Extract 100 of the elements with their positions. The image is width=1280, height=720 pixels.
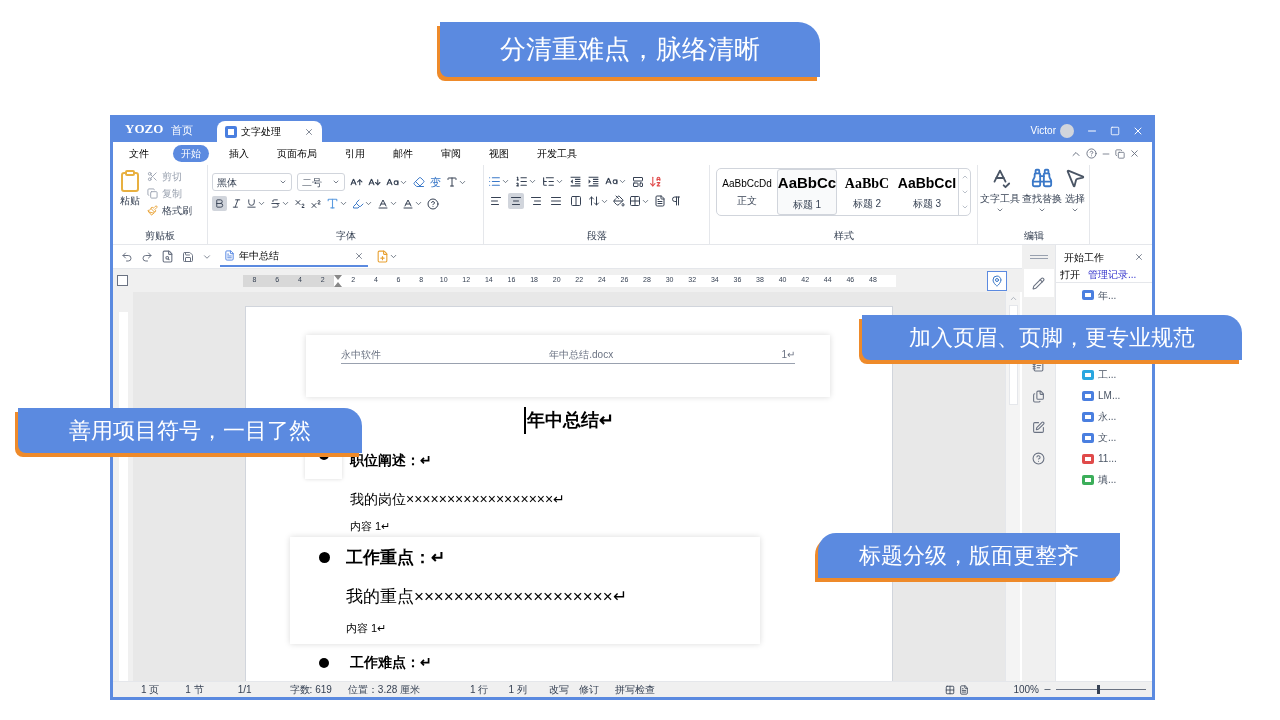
paste-button[interactable]: 粘贴 xyxy=(117,169,143,228)
clear-format-icon[interactable] xyxy=(413,176,425,188)
format-painter-button[interactable]: 格式刷 xyxy=(147,203,192,218)
group-label: 样式 xyxy=(832,229,855,243)
new-document-icon[interactable] xyxy=(376,250,389,263)
maximize-icon[interactable] xyxy=(1110,125,1120,136)
caret-icon[interactable] xyxy=(339,199,348,208)
caret-icon xyxy=(996,206,1004,214)
borders-icon[interactable] xyxy=(629,195,641,207)
bold-button[interactable] xyxy=(212,196,227,211)
group-label: 段落 xyxy=(585,229,608,243)
strikethrough-icon[interactable] xyxy=(270,198,281,209)
menu-tab[interactable]: 审阅 xyxy=(437,146,465,161)
caret-icon[interactable] xyxy=(364,199,373,208)
close-icon[interactable] xyxy=(304,126,315,137)
caret-icon[interactable] xyxy=(389,199,398,208)
style-option[interactable]: AaBbCcI 标题 3 xyxy=(897,169,957,215)
editing-tool-button[interactable]: 查找替换 xyxy=(1022,167,1062,214)
menu-tab[interactable]: 页面布局 xyxy=(273,146,321,161)
phonetic-button[interactable]: 变 xyxy=(430,173,441,191)
tab-selector[interactable] xyxy=(117,275,128,286)
avatar[interactable] xyxy=(1060,123,1074,138)
caret-icon[interactable] xyxy=(257,199,266,208)
bullet-list-icon[interactable] xyxy=(488,175,501,188)
document-tab[interactable]: 年中总结 xyxy=(220,246,368,267)
font-color-icon[interactable] xyxy=(377,197,389,210)
document-icon xyxy=(1082,452,1094,465)
style-option[interactable]: AaBbC 标题 2 xyxy=(837,169,897,215)
show-hide-icon[interactable] xyxy=(632,175,644,188)
caret-icon[interactable] xyxy=(618,177,627,186)
increase-indent-icon[interactable] xyxy=(587,175,600,188)
close-icon[interactable] xyxy=(1134,252,1144,262)
recent-file[interactable]: 文... xyxy=(1056,427,1152,448)
menu-tab[interactable]: 引用 xyxy=(341,146,369,161)
enclose-character-icon[interactable] xyxy=(427,197,439,210)
numbered-list-icon[interactable] xyxy=(515,175,528,188)
character-shading-icon[interactable] xyxy=(402,197,414,210)
location-button[interactable] xyxy=(987,270,1007,291)
menu-tab[interactable]: 视图 xyxy=(485,146,513,161)
line-spacing-icon[interactable] xyxy=(588,195,600,207)
menu-tab[interactable]: 插入 xyxy=(225,146,253,161)
side-tool-button[interactable] xyxy=(1023,269,1054,297)
undo-icon[interactable] xyxy=(121,250,133,263)
copy-icon[interactable] xyxy=(1032,390,1045,403)
restore-icon[interactable] xyxy=(1115,148,1125,159)
recent-file[interactable]: 工... xyxy=(1056,364,1152,385)
page-view-icon[interactable] xyxy=(945,684,956,695)
underline-icon[interactable] xyxy=(246,198,257,209)
help-icon[interactable] xyxy=(1086,148,1097,159)
shading-icon[interactable] xyxy=(613,195,625,207)
menu-tab[interactable]: 文件 xyxy=(125,146,153,161)
character-border-icon[interactable] xyxy=(446,176,458,188)
pointer-icon xyxy=(1064,167,1086,189)
close-icon[interactable] xyxy=(354,250,364,261)
print-preview-icon[interactable] xyxy=(161,250,174,263)
page-icon[interactable] xyxy=(654,195,666,207)
recent-file[interactable]: 11... xyxy=(1056,448,1152,469)
superscript-icon[interactable] xyxy=(310,197,322,210)
font-size-field[interactable]: 二号 xyxy=(297,173,345,191)
decrease-indent-icon[interactable] xyxy=(569,175,582,188)
recent-file[interactable]: LM... xyxy=(1056,385,1152,406)
align-button[interactable] xyxy=(568,193,584,209)
save-icon[interactable] xyxy=(182,250,194,263)
app-tab[interactable]: 文字处理 xyxy=(217,121,323,142)
recent-file[interactable]: 年... xyxy=(1056,286,1152,304)
highlighter-icon[interactable] xyxy=(352,197,364,210)
slider-thumb[interactable] xyxy=(1096,685,1100,694)
style-option[interactable]: AaBbCc 标题 1 xyxy=(777,169,837,215)
caret-icon[interactable] xyxy=(501,177,510,186)
italic-icon[interactable] xyxy=(231,198,242,209)
status-item: 1 节 xyxy=(185,683,204,697)
multilevel-list-icon[interactable] xyxy=(542,175,555,188)
close-icon[interactable] xyxy=(1129,148,1140,159)
document-icon xyxy=(1082,410,1094,423)
sort-icon[interactable] xyxy=(649,175,662,188)
caret-icon[interactable] xyxy=(389,252,398,261)
menu-tab[interactable]: 邮件 xyxy=(389,146,417,161)
edit-icon[interactable] xyxy=(1032,421,1045,434)
caret-icon[interactable] xyxy=(555,177,564,186)
web-view-icon[interactable] xyxy=(959,684,970,695)
manage-history-link[interactable]: 管理记录... xyxy=(1088,267,1137,282)
caret-icon[interactable] xyxy=(528,177,537,186)
caret-icon[interactable] xyxy=(414,199,423,208)
paragraph-mark-icon[interactable] xyxy=(670,195,682,207)
text-effect-icon[interactable] xyxy=(326,197,339,210)
editing-tool-button[interactable]: 选择 xyxy=(1064,167,1086,214)
redo-icon[interactable] xyxy=(141,250,153,263)
gallery-scrollbar[interactable] xyxy=(958,169,970,215)
font-family-field[interactable]: 黑体 xyxy=(212,173,292,191)
style-option[interactable]: AaBbCcDd 正文 xyxy=(717,169,777,215)
help-icon[interactable] xyxy=(1032,452,1045,465)
recent-file[interactable]: 填... xyxy=(1056,469,1152,490)
recent-file[interactable]: 永... xyxy=(1056,406,1152,427)
menu-tab[interactable]: 开发工具 xyxy=(533,146,581,161)
subscript-icon[interactable] xyxy=(294,197,306,210)
justify-icon xyxy=(550,195,562,207)
editing-tool-button[interactable]: 文字工具 xyxy=(980,167,1020,214)
align-button[interactable] xyxy=(508,193,524,209)
open-link[interactable]: 打开 xyxy=(1060,267,1080,282)
zoom-level: 100% xyxy=(1013,683,1039,697)
